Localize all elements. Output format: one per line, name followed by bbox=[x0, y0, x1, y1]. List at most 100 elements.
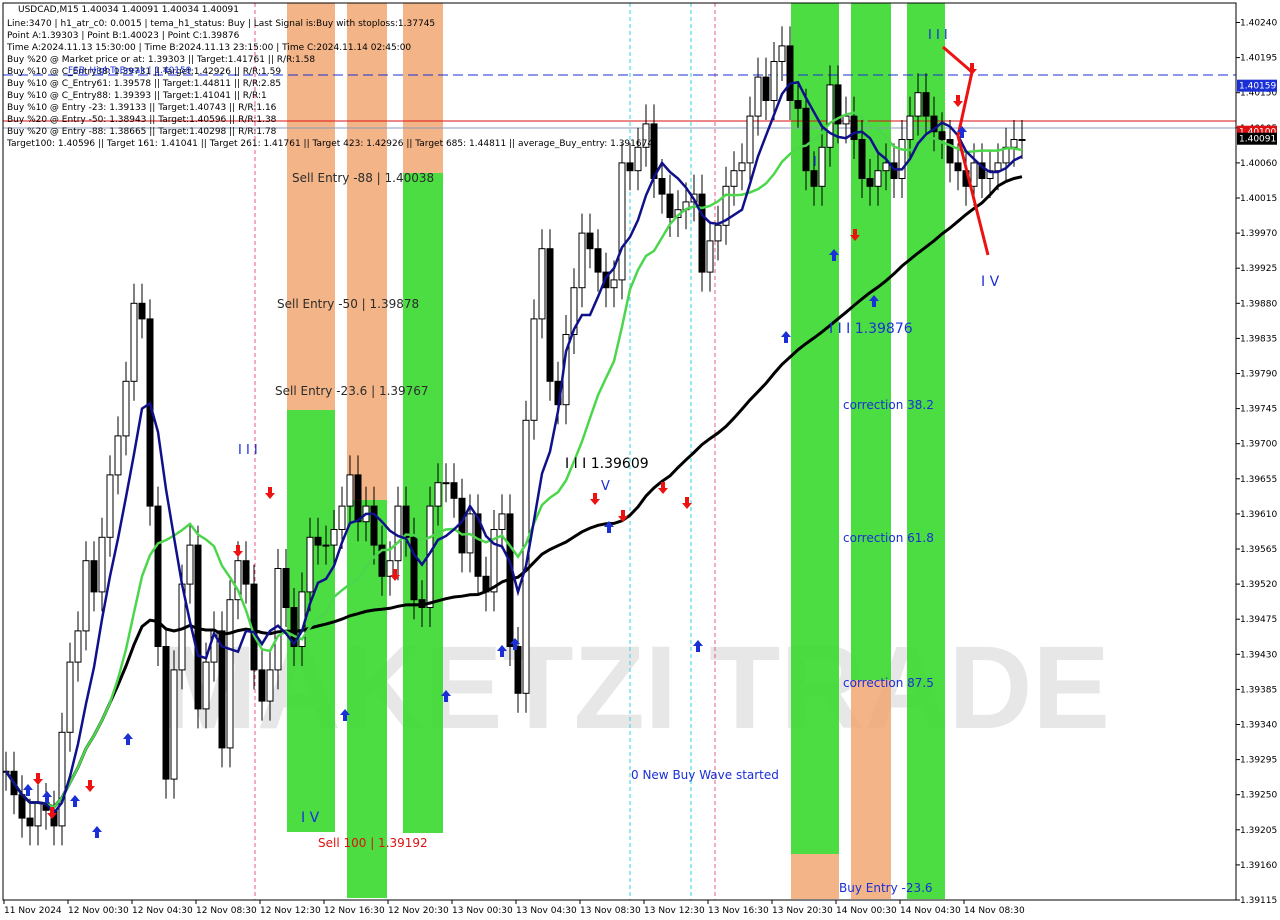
annotation-wave-iii-1: I I I 1.39609 bbox=[565, 456, 649, 472]
y-tick-label: 1.39340 bbox=[1240, 721, 1277, 731]
candle-body bbox=[794, 100, 802, 109]
y-tick-label: 1.39520 bbox=[1240, 580, 1277, 590]
x-tick-label: 12 Nov 16:30 bbox=[324, 906, 385, 916]
info-line-11: Target100: 1.40596 || Target 161: 1.4104… bbox=[6, 139, 653, 149]
candle-body bbox=[914, 92, 922, 117]
y-tick-label: 1.39205 bbox=[1240, 826, 1277, 836]
candle-body bbox=[242, 560, 250, 585]
price-tags: 1.401591.401001.40091 bbox=[1237, 79, 1277, 145]
info-line-4: Buy %20 @ Market price or at: 1.39303 ||… bbox=[7, 55, 315, 65]
candle-body bbox=[618, 162, 626, 281]
y-tick-label: 1.40240 bbox=[1240, 19, 1277, 29]
candle-body bbox=[698, 193, 706, 273]
candle-body bbox=[546, 248, 554, 382]
y-tick-label: 1.40015 bbox=[1240, 194, 1277, 204]
candle-body bbox=[842, 115, 850, 125]
price-tag-label: 1.40091 bbox=[1239, 135, 1276, 145]
candle-body bbox=[386, 560, 394, 577]
y-axis: 1.402401.401951.401501.401051.400601.400… bbox=[1236, 19, 1277, 906]
zone-band bbox=[851, 3, 891, 680]
y-tick-label: 1.40060 bbox=[1240, 159, 1277, 169]
candle-body bbox=[666, 193, 674, 219]
x-tick-label: 14 Nov 04:30 bbox=[900, 906, 961, 916]
candle-body bbox=[282, 568, 290, 608]
y-tick-label: 1.39160 bbox=[1240, 861, 1277, 871]
candle-body bbox=[970, 162, 978, 187]
candle-body bbox=[410, 536, 418, 601]
chart-root: MAKETZI TRADE Sell Entry -88 | 1.40038 S… bbox=[0, 0, 1280, 920]
candle-body bbox=[770, 61, 778, 101]
candle-body bbox=[34, 802, 42, 827]
candle-body bbox=[338, 505, 346, 531]
candle-body bbox=[634, 146, 642, 172]
candle-body bbox=[322, 544, 330, 547]
candle-body bbox=[106, 474, 114, 538]
annotation-wave-iv-1: I V bbox=[301, 810, 320, 826]
info-line-2: Point A:1.39303 | Point B:1.40023 | Poin… bbox=[7, 31, 240, 41]
annotation-buy-entry-23: Buy Entry -23.6 bbox=[839, 881, 933, 895]
candle-body bbox=[706, 240, 714, 273]
candle-body bbox=[802, 107, 810, 172]
candle-body bbox=[898, 139, 906, 179]
candle-body bbox=[850, 115, 858, 140]
info-line-0: USDCAD,M15 1.40034 1.40091 1.40034 1.400… bbox=[18, 5, 239, 15]
annotation-wave-iii-3: I I I 1.39876 bbox=[829, 321, 913, 337]
candle-body bbox=[954, 162, 962, 172]
annotation-wave-i: I bbox=[813, 155, 817, 170]
x-tick-label: 12 Nov 20:30 bbox=[388, 906, 449, 916]
y-tick-label: 1.39610 bbox=[1240, 510, 1277, 520]
candle-body bbox=[1010, 139, 1018, 148]
sell-arrow bbox=[265, 487, 275, 499]
candle-body bbox=[170, 669, 178, 780]
y-tick-label: 1.39565 bbox=[1240, 545, 1277, 555]
x-tick-label: 13 Nov 04:30 bbox=[516, 906, 577, 916]
x-tick-label: 13 Nov 08:30 bbox=[580, 906, 641, 916]
x-tick-label: 14 Nov 08:30 bbox=[964, 906, 1025, 916]
candle-body bbox=[346, 474, 354, 507]
plot-frame bbox=[2, 2, 1237, 901]
y-tick-label: 1.39250 bbox=[1240, 791, 1277, 801]
candle-body bbox=[66, 661, 74, 733]
candle-body bbox=[1018, 139, 1026, 141]
info-line-1: Line:3470 | h1_atr_c0: 0.0015 | tema_h1_… bbox=[7, 19, 435, 29]
y-tick-label: 1.39970 bbox=[1240, 229, 1277, 239]
buy-arrow bbox=[70, 795, 80, 807]
candle-body bbox=[874, 170, 882, 187]
x-tick-label: 13 Nov 20:30 bbox=[772, 906, 833, 916]
sell-arrow bbox=[33, 773, 43, 785]
y-tick-label: 1.39655 bbox=[1240, 475, 1277, 485]
candle-body bbox=[354, 474, 362, 523]
x-tick-label: 13 Nov 16:30 bbox=[708, 906, 769, 916]
candle-body bbox=[882, 162, 890, 172]
buy-arrow bbox=[92, 826, 102, 838]
candle-body bbox=[818, 146, 826, 187]
candle-body bbox=[402, 505, 410, 538]
x-axis: 11 Nov 2024 12 Nov 00:30 12 Nov 04:30 12 No… bbox=[3, 900, 1025, 916]
annotation-sell-entry-88: Sell Entry -88 | 1.40038 bbox=[292, 171, 434, 185]
annotation-wave-iii-2: I I I bbox=[238, 443, 258, 458]
candle-body bbox=[594, 248, 602, 273]
y-tick-label: 1.39745 bbox=[1240, 405, 1277, 415]
candle-body bbox=[938, 131, 946, 140]
candle-body bbox=[498, 513, 506, 531]
info-line-3: Time A:2024.11.13 15:30:00 | Time B:2024… bbox=[6, 43, 411, 53]
y-tick-label: 1.39295 bbox=[1240, 756, 1277, 766]
candle-body bbox=[226, 599, 234, 749]
y-tick-label: 1.39790 bbox=[1240, 370, 1277, 380]
candle-body bbox=[810, 170, 818, 187]
candle-body bbox=[538, 248, 546, 320]
candle-body bbox=[578, 232, 586, 289]
annotation-new-buy-wave: 0 New Buy Wave started bbox=[631, 768, 779, 782]
y-tick-label: 1.39880 bbox=[1240, 299, 1277, 309]
candle-body bbox=[730, 170, 738, 187]
y-tick-label: 1.39700 bbox=[1240, 440, 1277, 450]
candle-body bbox=[266, 669, 274, 702]
buy-arrow bbox=[42, 791, 52, 803]
candle-body bbox=[906, 115, 914, 140]
candle-body bbox=[530, 318, 538, 421]
candle-body bbox=[946, 139, 954, 164]
y-tick-label: 1.40195 bbox=[1240, 54, 1277, 64]
info-line-7: Buy %10 @ C_Entry88: 1.39393 || Target:1… bbox=[7, 91, 267, 101]
candle-body bbox=[826, 84, 834, 148]
candle-body bbox=[658, 178, 666, 195]
